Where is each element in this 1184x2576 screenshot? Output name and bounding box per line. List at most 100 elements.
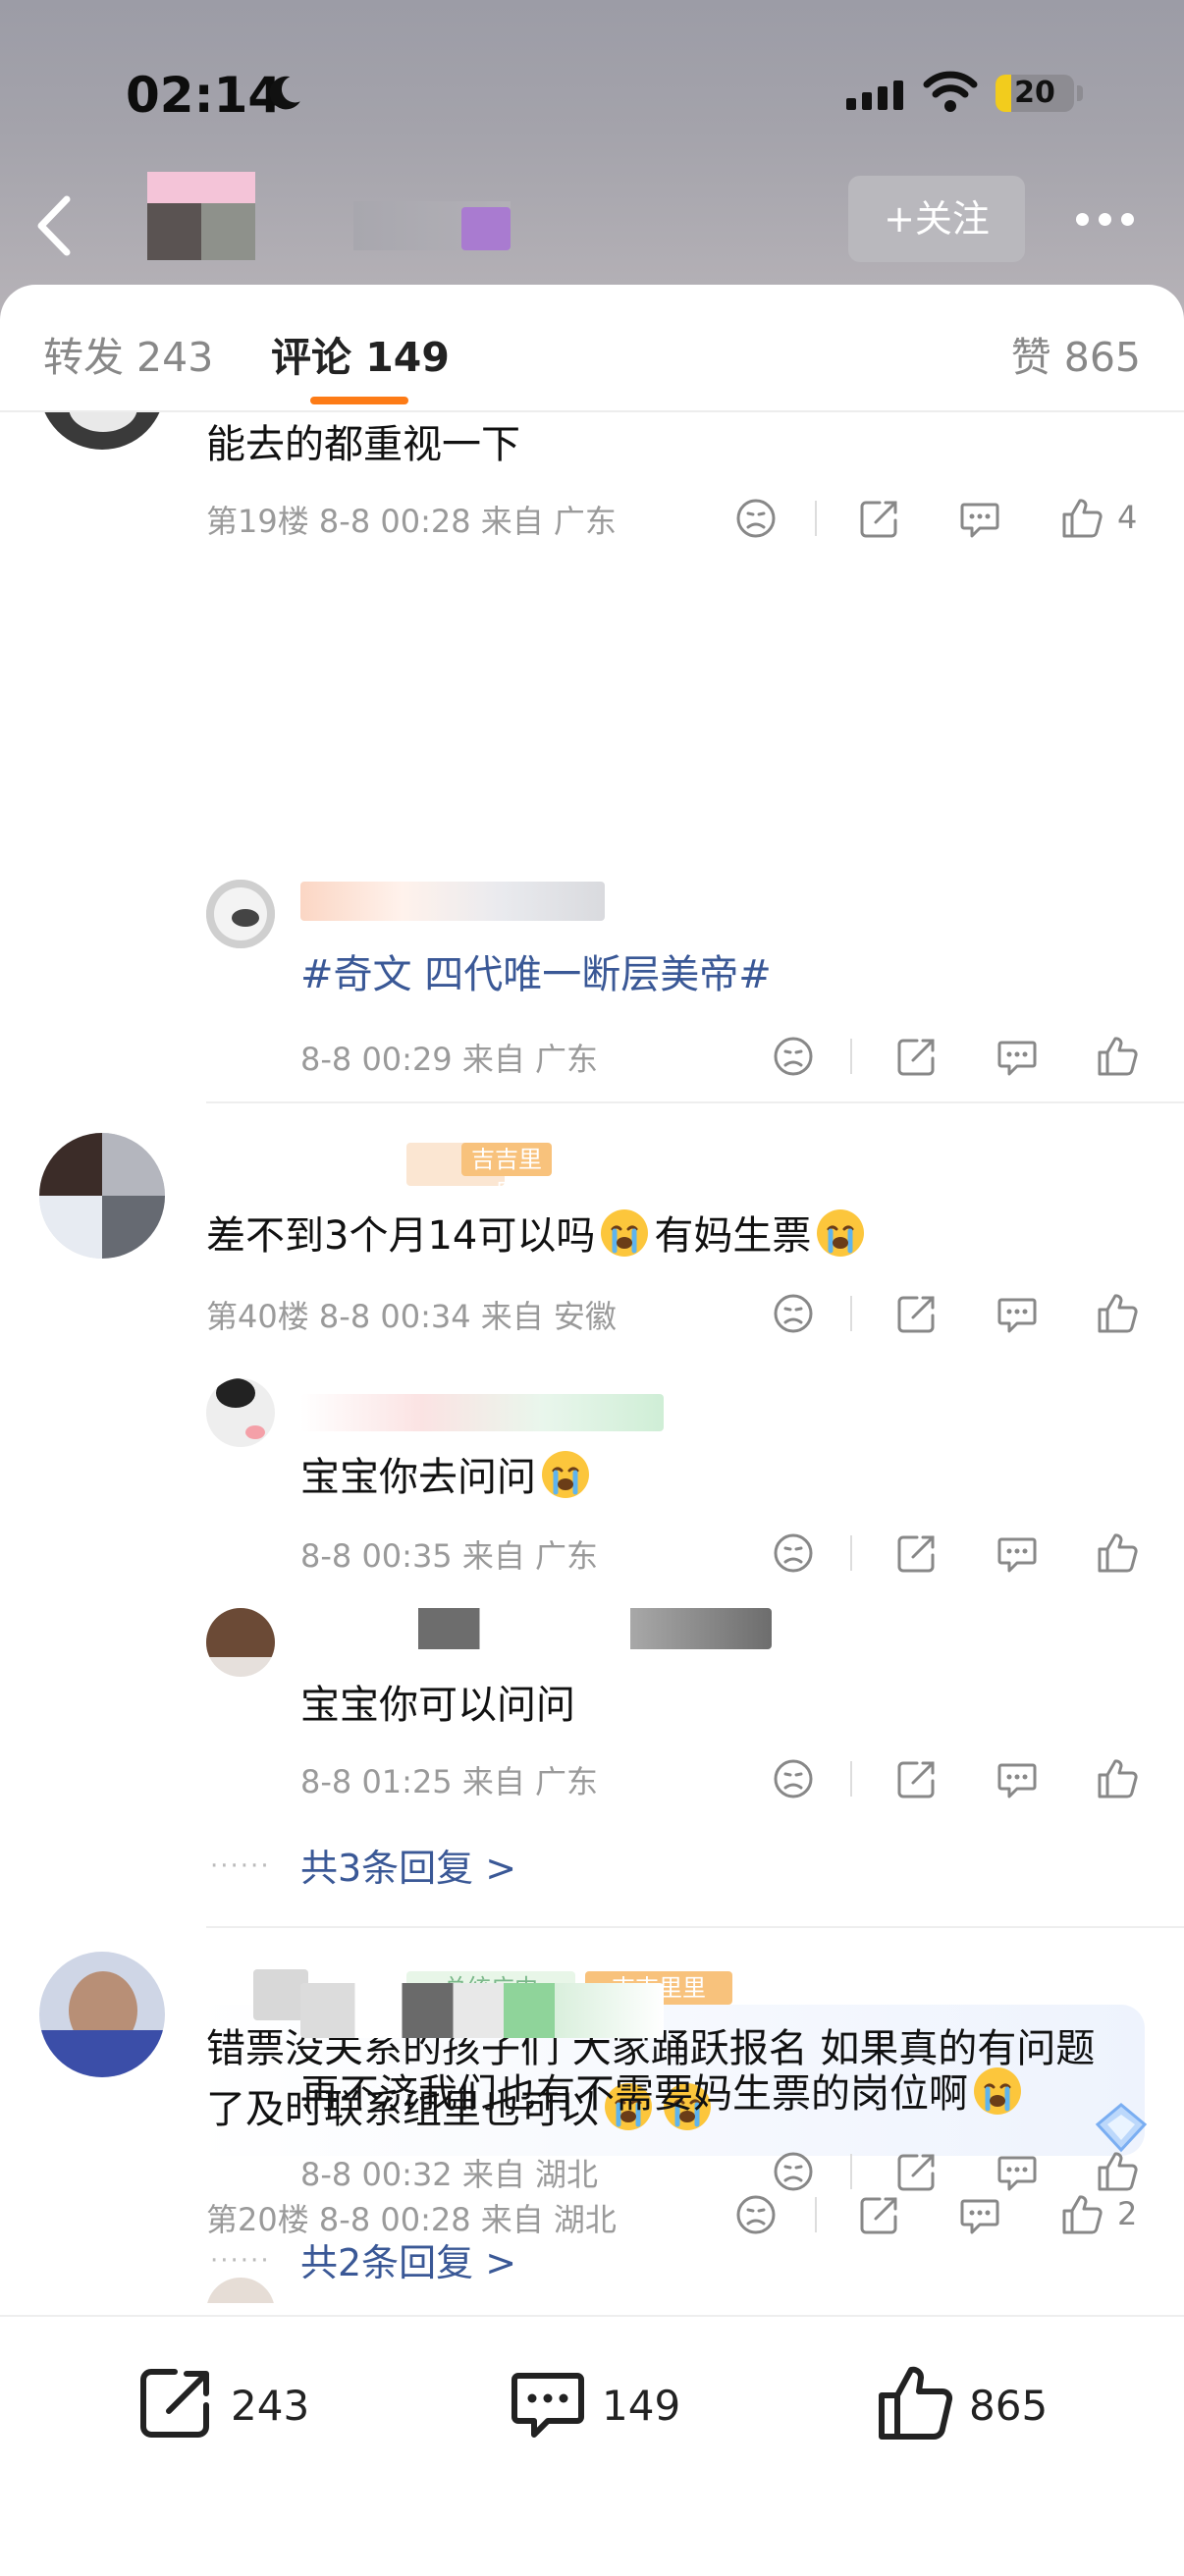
reply-location: 来自 广东 — [461, 1763, 599, 1800]
comment-floor: 第19楼 — [206, 503, 309, 540]
cellular-signal-icon — [846, 80, 909, 110]
share-icon[interactable] — [895, 1035, 939, 1078]
like-icon[interactable] — [1096, 1035, 1139, 1078]
avatar[interactable] — [39, 1952, 165, 2077]
more-replies-link[interactable]: 共2条回复 > — [300, 2232, 516, 2286]
like-icon[interactable] — [1060, 497, 1103, 540]
header-background — [0, 0, 1184, 324]
reply-text[interactable]: 再不济我们也有不需要妈生票的岗位啊 — [300, 2062, 1027, 2119]
tab-repost[interactable]: 转发 243 — [43, 324, 213, 383]
reply-text-main: 再不济我们也有不需要妈生票的岗位啊 — [300, 2071, 968, 2117]
back-icon[interactable] — [29, 191, 79, 260]
comment-icon[interactable] — [958, 497, 1001, 540]
like-icon[interactable] — [1096, 1531, 1139, 1575]
comment-location: 来自 广东 — [480, 503, 617, 540]
more-icon[interactable] — [1076, 211, 1144, 230]
reply-username-blurred[interactable] — [300, 1608, 772, 1649]
dislike-icon[interactable] — [772, 1035, 815, 1078]
like-icon[interactable] — [1096, 2150, 1139, 2193]
more-replies-link[interactable]: 共3条回复 > — [300, 1838, 516, 1892]
bottom-action-bar: 243 149 865 — [0, 2315, 1184, 2576]
like-icon[interactable] — [1096, 1757, 1139, 1800]
comment-sheet: 转发 243 评论 149 赞 865 能去的都重视一下 第19楼 8-8 00… — [0, 285, 1184, 2574]
reply-meta: 8-8 00:29 来自 广东 — [300, 1035, 598, 1080]
reply-location: 来自 广东 — [461, 1041, 599, 1078]
comment-floor: 第40楼 — [206, 1298, 309, 1335]
dislike-icon[interactable] — [734, 497, 778, 540]
share-icon — [140, 2369, 209, 2438]
avatar[interactable] — [39, 412, 165, 450]
share-icon[interactable] — [895, 1757, 939, 1800]
comment-icon[interactable] — [958, 2193, 1001, 2236]
reply-meta: 8-8 00:32 来自 湖北 — [300, 2150, 598, 2195]
dislike-icon[interactable] — [772, 2150, 815, 2193]
icon-separator — [815, 501, 817, 536]
crying-emoji — [974, 2067, 1021, 2115]
reply-location: 来自 广东 — [461, 1537, 599, 1575]
reply-username-blurred[interactable] — [300, 1394, 664, 1431]
reply-username-blurred[interactable] — [300, 1983, 664, 2038]
comment-icon[interactable] — [996, 2150, 1039, 2193]
poster-avatar[interactable] — [147, 172, 255, 265]
reply-meta: 8-8 00:35 来自 广东 — [300, 1531, 598, 1577]
like-icon — [879, 2366, 953, 2441]
dislike-icon[interactable] — [772, 1757, 815, 1800]
icon-separator — [815, 2197, 817, 2232]
poster-name-blurred[interactable] — [353, 201, 511, 250]
reply-text[interactable]: 宝宝你去问问 — [300, 1445, 595, 1502]
reply-text[interactable]: #奇文 四代唯一断层美帝# — [300, 942, 772, 999]
share-icon[interactable] — [895, 1292, 939, 1335]
comment-location: 来自 安徽 — [480, 1298, 617, 1335]
comment-icon[interactable] — [996, 1292, 1039, 1335]
reply-time: 8-8 00:35 — [300, 1537, 453, 1575]
like-count-total: 865 — [969, 2382, 1049, 2430]
repost-count: 243 — [231, 2382, 310, 2430]
dislike-icon[interactable] — [772, 1292, 815, 1335]
comment-count: 149 — [602, 2382, 681, 2430]
comment-text-main: 差不到3个月14可以吗 — [206, 1213, 596, 1259]
dislike-icon[interactable] — [772, 1531, 815, 1575]
comment-icon[interactable] — [996, 1757, 1039, 1800]
share-icon[interactable] — [895, 1531, 939, 1575]
tab-comments[interactable]: 评论 149 — [271, 324, 450, 383]
battery-tip — [1077, 85, 1083, 101]
share-icon[interactable] — [858, 497, 901, 540]
battery-text: 20 — [1014, 76, 1055, 110]
moon-icon — [269, 76, 300, 110]
share-icon[interactable] — [895, 2150, 939, 2193]
tab-active-indicator — [310, 397, 408, 404]
comment-divider — [206, 1926, 1184, 1928]
avatar[interactable] — [39, 1133, 165, 1259]
icon-separator — [850, 1039, 852, 1074]
reply-avatar[interactable] — [206, 1608, 275, 1677]
comment-divider — [206, 1101, 1184, 1103]
share-icon[interactable] — [858, 2193, 901, 2236]
reply-text[interactable]: 宝宝你可以问问 — [300, 1673, 575, 1730]
dislike-icon[interactable] — [734, 2193, 778, 2236]
reply-username-blurred[interactable] — [300, 882, 605, 921]
reply-text-main: 宝宝你去问问 — [300, 1455, 536, 1500]
tab-likes[interactable]: 赞 865 — [1011, 324, 1141, 383]
status-time: 02:14 — [126, 67, 283, 124]
crying-emoji — [817, 1209, 865, 1257]
comment-meta: 第40楼 8-8 00:34 来自 安徽 — [206, 1292, 617, 1337]
reply-time: 8-8 00:32 — [300, 2156, 453, 2193]
reply-time: 8-8 00:29 — [300, 1041, 453, 1078]
reply-avatar[interactable] — [206, 2278, 275, 2303]
like-icon[interactable] — [1096, 1292, 1139, 1335]
comment-text: 差不到3个月14可以吗 有妈生票 — [206, 1204, 870, 1261]
diamond-sticker-icon — [1095, 2103, 1148, 2153]
user-badge: 吉吉里里 — [461, 1143, 552, 1207]
reply-avatar[interactable] — [206, 880, 275, 948]
comment-icon[interactable] — [996, 1035, 1039, 1078]
more-replies-dots: ······ — [210, 2246, 271, 2276]
like-count: 2 — [1117, 2195, 1138, 2232]
follow-button[interactable]: +关注 — [848, 176, 1025, 262]
like-icon[interactable] — [1060, 2193, 1103, 2236]
comment-icon[interactable] — [996, 1531, 1039, 1575]
top-nav: +关注 — [0, 172, 1184, 270]
crying-emoji — [542, 1451, 589, 1498]
crying-emoji — [601, 1209, 649, 1257]
reply-avatar[interactable] — [206, 1378, 275, 1447]
comment-meta: 第19楼 8-8 00:28 来自 广东 — [206, 497, 617, 542]
